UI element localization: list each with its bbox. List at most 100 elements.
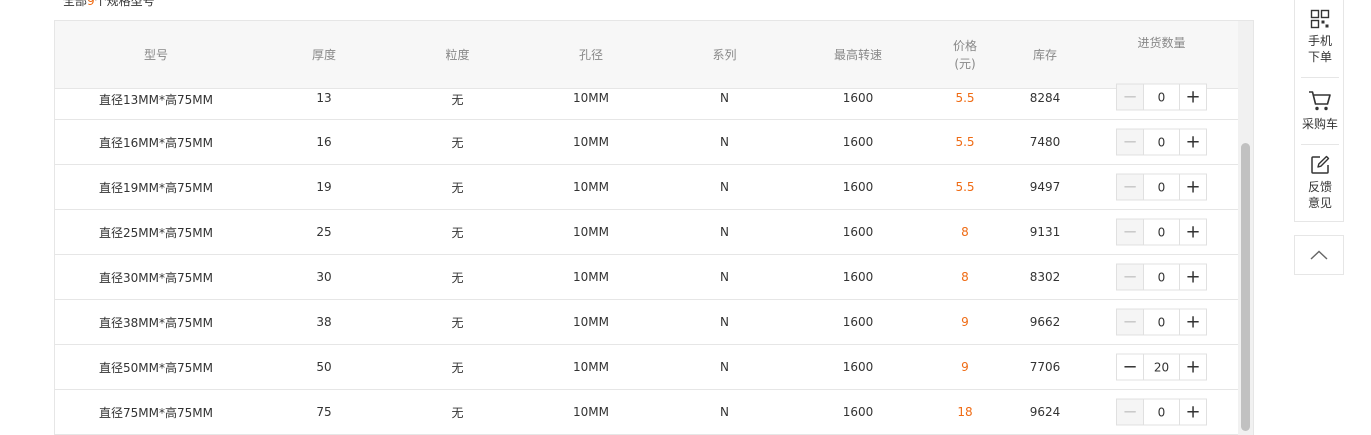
cell-grit: 无 bbox=[451, 180, 464, 195]
cell-max-speed: 1600 bbox=[842, 360, 874, 374]
cell-series: N bbox=[720, 360, 729, 374]
cell-max-speed: 1600 bbox=[842, 315, 874, 329]
cell-model: 直径16MM*高75MM bbox=[99, 135, 213, 150]
quantity-input[interactable]: 0 bbox=[1144, 310, 1179, 335]
decrease-button[interactable]: − bbox=[1117, 399, 1144, 425]
increase-button[interactable]: + bbox=[1179, 309, 1206, 335]
quantity-input[interactable]: 0 bbox=[1144, 130, 1179, 155]
summary-prefix: 全部 bbox=[63, 0, 88, 8]
decrease-button[interactable]: − bbox=[1117, 174, 1144, 200]
feedback-label: 反馈意见 bbox=[1307, 180, 1332, 210]
col-stock: 库存 bbox=[1032, 48, 1057, 62]
cell-model: 直径13MM*高75MM bbox=[99, 93, 213, 107]
table-row: 直径25MM*高75MM 25 无 10MM N 1600 8 9131 −0 + bbox=[55, 210, 1238, 255]
decrease-button[interactable]: − bbox=[1117, 354, 1144, 380]
summary-count: 9 bbox=[87, 0, 95, 8]
cell-series: N bbox=[720, 135, 729, 149]
cell-stock: 9131 bbox=[1029, 225, 1061, 239]
quantity-input[interactable]: 0 bbox=[1144, 175, 1179, 200]
scrollbar-thumb[interactable] bbox=[1241, 143, 1250, 431]
cell-grit: 无 bbox=[451, 93, 464, 107]
cell-series: N bbox=[720, 270, 729, 284]
cell-max-speed: 1600 bbox=[842, 135, 874, 149]
cell-bore: 10MM bbox=[573, 91, 609, 105]
quantity-stepper[interactable]: −0 + bbox=[1116, 173, 1207, 201]
cell-model: 直径19MM*高75MM bbox=[99, 180, 213, 195]
edit-icon bbox=[1311, 155, 1330, 174]
cell-price: 8 bbox=[961, 270, 969, 284]
table-row: 直径30MM*高75MM 30 无 10MM N 1600 8 8302 −0 + bbox=[55, 255, 1238, 300]
cell-bore: 10MM bbox=[573, 270, 609, 284]
cell-bore: 10MM bbox=[573, 405, 609, 419]
increase-button[interactable]: + bbox=[1179, 354, 1206, 380]
spec-count-summary: 全部9个规格型号 bbox=[63, 0, 155, 8]
col-model: 型号 bbox=[143, 48, 168, 62]
increase-button[interactable]: + bbox=[1179, 264, 1206, 290]
quantity-stepper[interactable]: −0 + bbox=[1116, 83, 1207, 111]
cell-stock: 8284 bbox=[1029, 91, 1061, 105]
mobile-order-label: 手机下单 bbox=[1307, 34, 1332, 64]
floating-sidebar: 手机下单 采购车 反馈意见 bbox=[1294, 0, 1344, 222]
quantity-input[interactable]: 0 bbox=[1144, 265, 1179, 290]
vertical-scrollbar[interactable] bbox=[1238, 21, 1253, 435]
increase-button[interactable]: + bbox=[1179, 174, 1206, 200]
increase-button[interactable]: + bbox=[1179, 219, 1206, 245]
table-row: 直径16MM*高75MM 16 无 10MM N 1600 5.5 7480 −0 + bbox=[55, 120, 1238, 165]
quantity-stepper[interactable]: −0 + bbox=[1116, 218, 1207, 246]
cell-thickness: 50 bbox=[316, 360, 332, 374]
cell-model: 直径30MM*高75MM bbox=[99, 270, 213, 285]
mobile-order-button[interactable]: 手机下单 bbox=[1295, 9, 1345, 65]
col-price-unit: (元) bbox=[954, 57, 976, 71]
cell-thickness: 19 bbox=[316, 180, 332, 194]
quantity-stepper[interactable]: −0 + bbox=[1116, 398, 1207, 426]
increase-button[interactable]: + bbox=[1179, 129, 1206, 155]
cart-icon bbox=[1309, 91, 1331, 111]
cell-stock: 9662 bbox=[1029, 315, 1061, 329]
table-row: 直径50MM*高75MM 50 无 10MM N 1600 9 7706 −20 + bbox=[55, 345, 1238, 390]
decrease-button[interactable]: − bbox=[1117, 129, 1144, 155]
quantity-stepper[interactable]: −0 + bbox=[1116, 263, 1207, 291]
quantity-stepper[interactable]: −0 + bbox=[1116, 308, 1207, 336]
table-row: 直径75MM*高75MM 75 无 10MM N 1600 18 9624 −0 + bbox=[55, 390, 1238, 435]
table-header: 型号 厚度 粒度 孔径 系列 最高转速 价格 (元) 库存 进货数量 bbox=[55, 21, 1238, 89]
cell-grit: 无 bbox=[451, 135, 464, 150]
feedback-button[interactable]: 反馈意见 bbox=[1295, 155, 1345, 211]
quantity-stepper[interactable]: −0 + bbox=[1116, 128, 1207, 156]
cell-series: N bbox=[720, 180, 729, 194]
cell-thickness: 25 bbox=[316, 225, 332, 239]
cell-stock: 8302 bbox=[1029, 270, 1061, 284]
decrease-button[interactable]: − bbox=[1117, 264, 1144, 290]
cell-bore: 10MM bbox=[573, 180, 609, 194]
cell-series: N bbox=[720, 225, 729, 239]
quantity-input[interactable]: 0 bbox=[1144, 85, 1179, 110]
cell-price: 5.5 bbox=[955, 91, 975, 105]
cell-grit: 无 bbox=[451, 315, 464, 330]
quantity-input[interactable]: 0 bbox=[1144, 220, 1179, 245]
cell-model: 直径75MM*高75MM bbox=[99, 405, 213, 420]
back-to-top-button[interactable] bbox=[1294, 235, 1344, 275]
increase-button[interactable]: + bbox=[1179, 84, 1206, 110]
cell-series: N bbox=[720, 405, 729, 419]
cell-thickness: 13 bbox=[316, 91, 332, 105]
cell-grit: 无 bbox=[451, 360, 464, 375]
cart-button[interactable]: 采购车 bbox=[1295, 90, 1345, 132]
cell-thickness: 38 bbox=[316, 315, 332, 329]
decrease-button[interactable]: − bbox=[1117, 219, 1144, 245]
cell-series: N bbox=[720, 315, 729, 329]
cell-grit: 无 bbox=[451, 225, 464, 240]
sidebar-divider bbox=[1301, 144, 1339, 145]
cell-price: 8 bbox=[961, 225, 969, 239]
cell-max-speed: 1600 bbox=[842, 270, 874, 284]
sidebar-divider bbox=[1301, 77, 1339, 78]
cell-price: 9 bbox=[961, 360, 969, 374]
quantity-input[interactable]: 0 bbox=[1144, 400, 1179, 425]
quantity-stepper[interactable]: −20 + bbox=[1116, 353, 1207, 381]
cell-bore: 10MM bbox=[573, 135, 609, 149]
col-qty: 进货数量 bbox=[1137, 36, 1186, 50]
decrease-button[interactable]: − bbox=[1117, 309, 1144, 335]
increase-button[interactable]: + bbox=[1179, 399, 1206, 425]
cell-thickness: 16 bbox=[316, 135, 332, 149]
quantity-input[interactable]: 20 bbox=[1144, 355, 1179, 380]
cell-max-speed: 1600 bbox=[842, 225, 874, 239]
decrease-button[interactable]: − bbox=[1117, 84, 1144, 110]
